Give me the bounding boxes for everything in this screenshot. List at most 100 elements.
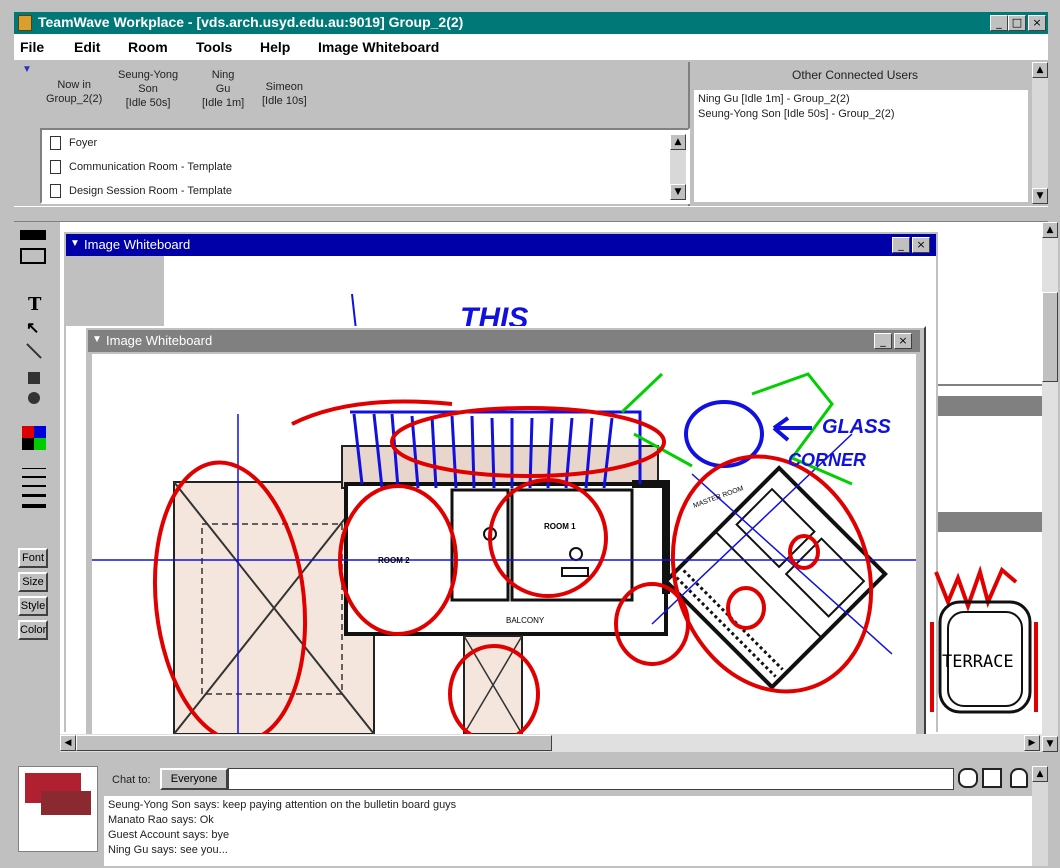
minimize-button[interactable]: _ (874, 333, 892, 349)
chat-icon[interactable] (958, 768, 978, 788)
avatar-image-shadow (41, 791, 91, 815)
terrace-sketch (930, 565, 1038, 714)
back-whiteboard-titlebar[interactable]: ▼ Image Whiteboard _ × (66, 234, 936, 256)
minimize-button[interactable]: _ (990, 15, 1008, 31)
menu-help[interactable]: Help (260, 39, 290, 55)
line-tool-icon[interactable] (26, 343, 42, 359)
user-name: Simeon (265, 81, 303, 93)
window-tool-icon[interactable] (20, 248, 46, 264)
title-bar: TeamWave Workplace - [vds.arch.usyd.edu.… (14, 12, 1048, 34)
chat-input[interactable] (228, 768, 954, 790)
other-users-panel: Other Connected Users Ning Gu [Idle 1m] … (692, 62, 1048, 206)
dropdown-arrow-icon[interactable]: ▼ (92, 334, 102, 345)
workspace-hscrollbar[interactable]: ◀ ▶ (60, 734, 1042, 752)
front-whiteboard-titlebar[interactable]: ▼ Image Whiteboard _ × (88, 330, 920, 352)
size-button[interactable]: Size (18, 572, 48, 592)
list-item[interactable]: Design Session Room - Template (50, 184, 232, 198)
list-item[interactable]: Foyer (50, 136, 97, 150)
scroll-up-icon[interactable]: ▲ (1042, 222, 1058, 238)
maximize-button[interactable]: □ (1008, 15, 1026, 31)
user-name: Ning Gu (211, 69, 235, 95)
annotation-glass: GLASS (822, 416, 891, 438)
background-window-titlebar (926, 512, 1042, 532)
menu-file[interactable]: File (20, 39, 44, 55)
background-window-border (920, 384, 1042, 386)
menu-bar: File Edit Room Tools Help Image Whiteboa… (14, 34, 1048, 60)
plan-label-room-1: ROOM 1 (544, 522, 576, 531)
user-status: [Idle 10s] (262, 95, 307, 107)
user-status: [Idle 1m] (202, 97, 245, 109)
menu-room[interactable]: Room (128, 39, 168, 55)
chat-log: Seung-Yong Son says: keep paying attenti… (104, 796, 1044, 866)
scroll-thumb[interactable] (1042, 292, 1058, 382)
bell-icon[interactable] (1010, 768, 1028, 788)
door-icon (50, 184, 61, 198)
close-button[interactable]: × (912, 237, 930, 253)
save-icon[interactable] (982, 768, 1002, 788)
workspace-vscrollbar[interactable]: ▲ ▼ (1042, 222, 1058, 752)
dropdown-arrow-icon[interactable]: ▼ (70, 238, 80, 249)
floor-plan-canvas[interactable]: GLASS CORNER MASTER ROOM ROOM 2 ROOM 1 B… (92, 354, 916, 734)
pointer-tool-icon[interactable]: ↖ (26, 318, 39, 338)
user-status: [Idle 50s] (125, 97, 171, 109)
chat-message: Ning Gu says: see you... (108, 844, 228, 856)
menu-edit[interactable]: Edit (74, 39, 100, 55)
divider (14, 206, 1048, 222)
rectangle-tool-icon[interactable] (28, 372, 40, 384)
app-icon (18, 15, 32, 31)
user-simeon[interactable]: Simeon [Idle 10s] (262, 80, 307, 108)
scroll-thumb[interactable] (76, 735, 552, 751)
chat-scrollbar[interactable]: ▲ (1032, 766, 1048, 866)
background-window-titlebar (920, 396, 1042, 416)
chat-panel: Chat to: Everyone Seung-Yong Son says: k… (14, 756, 1048, 868)
scroll-up-icon[interactable]: ▲ (670, 134, 686, 150)
chat-message: Manato Rao says: Ok (108, 814, 214, 826)
color-palette-icon[interactable] (22, 426, 46, 450)
user-name: Seung-Yong Son (118, 69, 179, 95)
chat-message: Guest Account says: bye (108, 829, 230, 841)
collapse-arrow-icon[interactable]: ▼ (22, 64, 32, 75)
battery-tool-icon[interactable] (20, 230, 46, 240)
menu-tools[interactable]: Tools (196, 39, 232, 55)
circle-tool-icon[interactable] (28, 392, 40, 404)
workspace: ▼ Image Whiteboard _ × THIS ▼ Image Whit… (60, 222, 1042, 734)
scroll-up-icon[interactable]: ▲ (1032, 62, 1048, 78)
rooms-list: Foyer Communication Room - Template Desi… (40, 128, 690, 204)
scroll-up-icon[interactable]: ▲ (1032, 766, 1048, 782)
door-icon (50, 136, 61, 150)
close-button[interactable]: × (1028, 15, 1046, 31)
floor-plan-sketch (92, 372, 916, 734)
list-item[interactable]: Ning Gu [Idle 1m] - Group_2(2) (694, 90, 1028, 105)
rooms-scrollbar[interactable]: ▲ ▼ (670, 134, 686, 200)
user-seung-yong[interactable]: Seung-Yong Son [Idle 50s] (118, 68, 178, 110)
list-item[interactable]: Seung-Yong Son [Idle 50s] - Group_2(2) (694, 105, 1028, 120)
back-whiteboard-title: Image Whiteboard (84, 237, 191, 252)
annotation-terrace: TERRACE (942, 652, 1014, 672)
avatar (18, 766, 98, 852)
menu-image-whiteboard[interactable]: Image Whiteboard (318, 39, 439, 55)
color-button[interactable]: Color (18, 620, 48, 640)
user-ning-gu[interactable]: Ning Gu [Idle 1m] (202, 68, 244, 110)
other-users-header: Other Connected Users (792, 68, 919, 82)
close-button[interactable]: × (894, 333, 912, 349)
other-users-scrollbar[interactable]: ▲ ▼ (1032, 62, 1048, 204)
front-whiteboard-window[interactable]: ▼ Image Whiteboard _ × GLASS CORNER MAST… (84, 326, 926, 734)
scroll-right-icon[interactable]: ▶ (1024, 735, 1040, 751)
text-tool-icon[interactable]: T (28, 294, 41, 315)
scroll-down-icon[interactable]: ▼ (1042, 736, 1058, 752)
other-users-list: Ning Gu [Idle 1m] - Group_2(2) Seung-Yon… (694, 90, 1028, 202)
list-item[interactable]: Communication Room - Template (50, 160, 232, 174)
plan-label-room-2: ROOM 2 (378, 556, 410, 565)
chat-recipient-button[interactable]: Everyone (160, 768, 228, 790)
annotation-corner: CORNER (788, 450, 867, 470)
scroll-left-icon[interactable]: ◀ (60, 735, 76, 751)
now-in-label: Now in Group_2(2) (46, 79, 103, 105)
presence-panel: ▼ Now in Group_2(2) Seung-Yong Son [Idle… (14, 62, 690, 206)
font-button[interactable]: Font (18, 548, 48, 568)
plan-label-balcony: BALCONY (506, 616, 545, 625)
style-button[interactable]: Style (18, 596, 48, 616)
scroll-down-icon[interactable]: ▼ (670, 184, 686, 200)
line-width-icon[interactable] (22, 468, 46, 508)
scroll-down-icon[interactable]: ▼ (1032, 188, 1048, 204)
minimize-button[interactable]: _ (892, 237, 910, 253)
